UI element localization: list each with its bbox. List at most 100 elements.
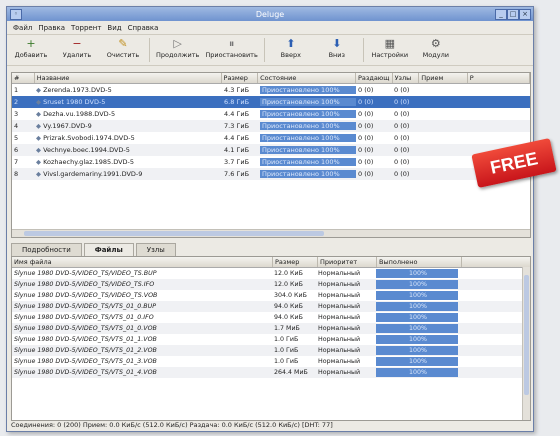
torrent-name: ◆ Prizrak.Svobodi.1974.DVD-5 (34, 132, 222, 144)
file-row[interactable]: Slynue 1980 DVD-5/VIDEO_TS/VIDEO_TS.IFO 1… (12, 279, 530, 290)
file-row[interactable]: Slynue 1980 DVD-5/VIDEO_TS/VTS_01_1.VOB 1… (12, 334, 530, 345)
progress-bar: 100% (376, 280, 458, 289)
preferences-icon: ▦ (384, 37, 395, 50)
resume-button[interactable]: ▷ Продолжить (156, 35, 199, 59)
column-header-progress[interactable]: Выполнено (377, 257, 462, 267)
torrent-row[interactable]: 3 ◆ Dezha.vu.1988.DVD-5 4.4 ГиБ Приостановл… (12, 108, 530, 120)
torrent-row[interactable]: 4 ◆ Vy.1967.DVD-9 7.3 ГиБ Приостановлено 10… (12, 120, 530, 132)
torrent-seeders: 0 (0) (358, 98, 374, 106)
torrent-state: Приостановлено 100% (258, 120, 356, 132)
file-size: 12.0 КиБ (274, 270, 303, 277)
progress-bar: Приостановлено 100% (260, 146, 356, 154)
torrent-state: Приостановлено 100% (258, 108, 356, 120)
pause-icon: ⏸ (228, 37, 235, 50)
file-progress: 100% (374, 312, 458, 323)
torrent-number: 6 (14, 146, 19, 154)
column-header-peers[interactable]: Узлы (393, 73, 420, 83)
file-row[interactable]: Slynue 1980 DVD-5/VIDEO_TS/VIDEO_TS.BUP 1… (12, 268, 530, 279)
column-header-name[interactable]: Название (35, 73, 222, 83)
file-size: 264.4 МиБ (274, 369, 308, 376)
add-button[interactable]: + Добавить (11, 35, 51, 59)
torrent-list[interactable]: # Название Размер Состояние Раздающ Узлы… (11, 72, 531, 238)
file-row[interactable]: Slynue 1980 DVD-5/VIDEO_TS/VTS_01_0.BUP 9… (12, 301, 530, 312)
torrent-download (418, 132, 466, 144)
scrollbar-thumb[interactable] (24, 231, 324, 236)
torrent-row[interactable]: 7 ◆ Kozhaechy.glaz.1985.DVD-5 3.7 ГиБ Приос… (12, 156, 530, 168)
column-header-size[interactable]: Размер (222, 73, 259, 83)
add-icon: + (26, 37, 36, 50)
torrent-seeders: 0 (0) (358, 146, 374, 154)
file-row[interactable]: Slynue 1980 DVD-5/VIDEO_TS/VTS_01_0.IFO 9… (12, 312, 530, 323)
column-header-number[interactable]: # (12, 73, 35, 83)
file-progress: 100% (374, 290, 458, 301)
file-size: 12.0 КиБ (274, 281, 303, 288)
menu-torrent[interactable]: Торрент (71, 24, 101, 32)
file-row[interactable]: Slynue 1980 DVD-5/VIDEO_TS/VTS_01_0.VOB 1… (12, 323, 530, 334)
torrent-download (418, 84, 466, 96)
file-size: 304.0 КиБ (274, 292, 307, 299)
horizontal-scrollbar[interactable] (12, 229, 530, 237)
column-header-seeders[interactable]: Раздающ (356, 73, 393, 83)
torrent-list-header: # Название Размер Состояние Раздающ Узлы… (12, 73, 530, 84)
torrent-state: Приостановлено 100% (258, 168, 356, 180)
vertical-scrollbar[interactable] (522, 267, 530, 420)
tab-details[interactable]: Подробности (11, 243, 82, 256)
file-priority: Нормальный (318, 347, 361, 354)
file-row[interactable]: Slynue 1980 DVD-5/VIDEO_TS/VTS_01_4.VOB 2… (12, 367, 530, 378)
file-size: 1.0 ГиБ (274, 358, 299, 365)
torrent-size: 7.3 ГиБ (224, 122, 250, 130)
torrent-name: ◆ Vechnye.boec.1994.DVD-5 (34, 144, 222, 156)
torrent-rows: 1 ◆ Zerenda.1973.DVD-5 4.3 ГиБ Приостановле… (12, 84, 530, 180)
file-row[interactable]: Slynue 1980 DVD-5/VIDEO_TS/VIDEO_TS.VOB 3… (12, 290, 530, 301)
torrent-peers: 0 (0) (394, 98, 410, 106)
file-priority: Нормальный (318, 336, 361, 343)
torrent-row[interactable]: 1 ◆ Zerenda.1973.DVD-5 4.3 ГиБ Приостановле… (12, 84, 530, 96)
torrent-row[interactable]: 5 ◆ Prizrak.Svobodi.1974.DVD-5 4.4 ГиБ Прио… (12, 132, 530, 144)
torrent-row[interactable]: 8 ◆ Vivsl.gardemariny.1991.DVD-9 7.6 ГиБ Пр… (12, 168, 530, 180)
menu-view[interactable]: Вид (107, 24, 121, 32)
torrent-size: 4.4 ГиБ (224, 134, 250, 142)
file-rows: Slynue 1980 DVD-5/VIDEO_TS/VIDEO_TS.BUP 1… (12, 268, 530, 378)
scrollbar-thumb[interactable] (524, 275, 529, 395)
column-header-download[interactable]: Прием (419, 73, 468, 83)
tab-peers[interactable]: Узлы (135, 243, 176, 256)
column-header-filename[interactable]: Имя файла (12, 257, 273, 267)
menu-file[interactable]: Файл (13, 24, 32, 32)
progress-bar: Приостановлено 100% (260, 98, 356, 106)
torrent-row[interactable]: 2 ◆ Sruset 1980 DVD-5 6.8 ГиБ Приостановлен… (12, 96, 530, 108)
toolbar: + Добавить − Удалить ✎ Очистить ▷ Продолжить… (7, 35, 533, 66)
torrent-name: ◆ Dezha.vu.1988.DVD-5 (34, 108, 222, 120)
window-title: Deluge (255, 9, 285, 19)
clear-button[interactable]: ✎ Очистить (103, 35, 143, 59)
pause-button[interactable]: ⏸ Приостановить (205, 35, 257, 59)
file-name: Slynue 1980 DVD-5/VIDEO_TS/VTS_01_4.VOB (14, 369, 157, 376)
menu-help[interactable]: Справка (128, 24, 159, 32)
close-icon[interactable]: × (519, 9, 531, 20)
minimize-icon[interactable]: _ (495, 9, 507, 20)
plugins-button[interactable]: ⚙ Модули (416, 35, 456, 59)
maximize-icon[interactable]: □ (507, 9, 519, 20)
progress-bar: Приостановлено 100% (260, 110, 356, 118)
column-header-upload[interactable]: Р (468, 73, 530, 83)
column-header-priority[interactable]: Приоритет (318, 257, 377, 267)
file-row[interactable]: Slynue 1980 DVD-5/VIDEO_TS/VTS_01_3.VOB 1… (12, 356, 530, 367)
remove-icon: − (72, 37, 82, 50)
file-row[interactable]: Slynue 1980 DVD-5/VIDEO_TS/VTS_01_2.VOB 1… (12, 345, 530, 356)
torrent-size: 6.8 ГиБ (224, 98, 250, 106)
tab-files[interactable]: Файлы (83, 243, 134, 256)
queue-up-button[interactable]: ⬆ Вверх (271, 35, 311, 59)
file-priority: Нормальный (318, 270, 361, 277)
menu-edit[interactable]: Правка (38, 24, 65, 32)
preferences-button[interactable]: ▦ Настройки (370, 35, 410, 59)
remove-button[interactable]: − Удалить (57, 35, 97, 59)
file-name: Slynue 1980 DVD-5/VIDEO_TS/VTS_01_3.VOB (14, 358, 157, 365)
queue-down-button[interactable]: ⬇ Вниз (317, 35, 357, 59)
torrent-row[interactable]: 6 ◆ Vechnye.boec.1994.DVD-5 4.1 ГиБ Приоста… (12, 144, 530, 156)
title-bar[interactable]: ◦ Deluge _ □ × (7, 7, 533, 21)
torrent-number: 4 (14, 122, 19, 130)
column-header-state[interactable]: Состояние (258, 73, 356, 83)
column-header-filesize[interactable]: Размер (273, 257, 318, 267)
torrent-peers: 0 (0) (394, 122, 410, 130)
torrent-download (418, 168, 466, 180)
file-list[interactable]: Имя файла Размер Приоритет Выполнено Sly… (11, 256, 531, 421)
